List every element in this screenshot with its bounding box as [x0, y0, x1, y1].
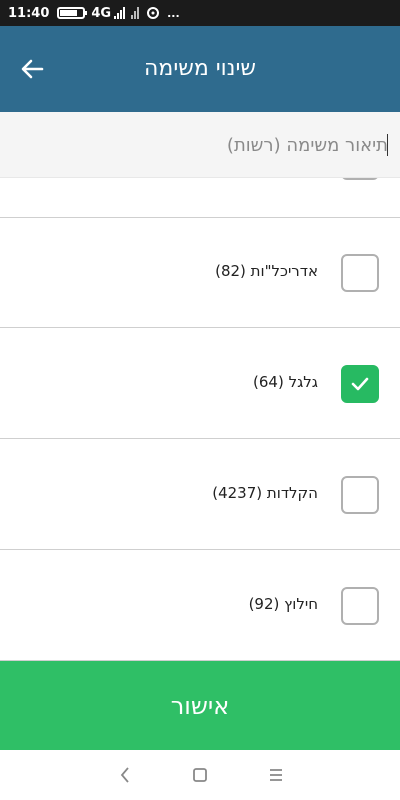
- list-item-label: גלגל (64): [253, 373, 318, 391]
- list-item[interactable]: חילוץ (92): [0, 551, 400, 661]
- nav-back-button[interactable]: [116, 766, 136, 784]
- battery-icon: [57, 7, 88, 19]
- checkbox-checked[interactable]: [341, 365, 379, 403]
- nav-home-button[interactable]: [190, 766, 210, 784]
- confirm-button[interactable]: אישור: [0, 661, 400, 750]
- list-item-label: חילוץ (92): [248, 595, 318, 613]
- signal-icon: [114, 7, 126, 19]
- status-more: ...: [167, 6, 180, 20]
- checkbox[interactable]: [341, 476, 379, 514]
- list-item[interactable]: אדריכל"ות (82): [0, 218, 400, 328]
- task-description-input[interactable]: [16, 130, 388, 160]
- category-list[interactable]: אדריכל"ות (82) גלגל (64) הקלדות (4237) ח…: [0, 178, 400, 662]
- checkbox[interactable]: [341, 178, 379, 180]
- system-nav-bar: [0, 750, 400, 800]
- signal-icon-secondary: [131, 7, 140, 19]
- list-item[interactable]: גלגל (64): [0, 329, 400, 439]
- text-caret: [387, 134, 388, 156]
- hotspot-icon: [147, 7, 160, 19]
- app-bar: שינוי משימה: [0, 26, 400, 112]
- nav-menu-button[interactable]: [266, 766, 286, 784]
- checkbox[interactable]: [341, 587, 379, 625]
- square-icon: [193, 768, 207, 782]
- page-title: שינוי משימה: [144, 56, 256, 81]
- description-field-container: [0, 112, 400, 178]
- battery-level: [60, 10, 78, 16]
- list-item-label: אדריכל"ות (82): [215, 262, 318, 280]
- network-type: 4G: [91, 5, 112, 21]
- status-time: 11:40: [8, 5, 50, 21]
- menu-icon: [270, 769, 282, 781]
- list-item-label: הקלדות (4237): [212, 484, 318, 502]
- chevron-left-icon: [120, 767, 129, 783]
- list-item[interactable]: הקלדות (4237): [0, 440, 400, 550]
- status-bar: 11:40 4G ...: [0, 0, 400, 26]
- checkbox[interactable]: [341, 254, 379, 292]
- checkmark-icon: [351, 377, 369, 391]
- list-item[interactable]: [0, 178, 400, 218]
